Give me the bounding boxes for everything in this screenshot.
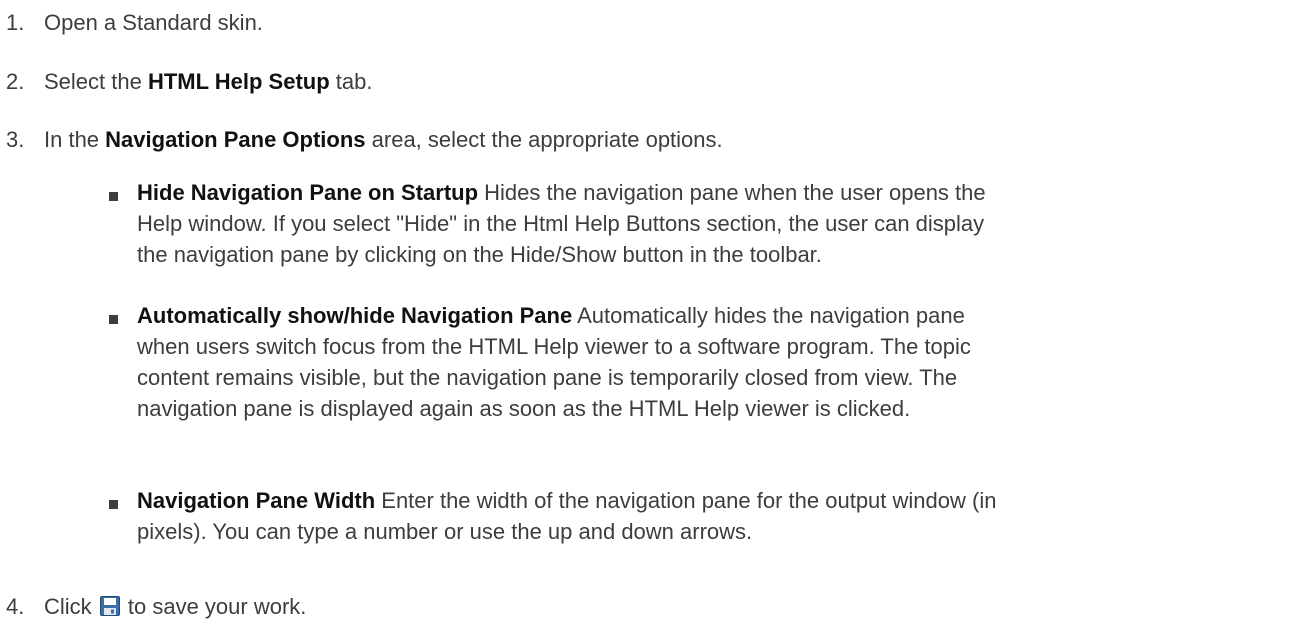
option-description: the navigation pane by clicking on the H… xyxy=(137,242,822,267)
step-number: 4. xyxy=(6,594,25,619)
step-4: 4. Click to save your work. xyxy=(0,591,306,622)
step-1: 1. Open a Standard skin. xyxy=(0,7,263,38)
option-description: Help window. If you select "Hide" in the… xyxy=(137,211,985,236)
bullet-marker xyxy=(109,315,118,324)
step-2: 2. Select the HTML Help Setup tab. xyxy=(0,66,372,97)
option-description: navigation pane is displayed again as so… xyxy=(137,396,911,421)
step-text: area, select the appropriate options. xyxy=(365,127,723,152)
ui-term: HTML Help Setup xyxy=(147,69,330,94)
step-text: In the xyxy=(44,127,106,152)
option-description: when users switch focus from the HTML He… xyxy=(137,334,971,359)
option-description: Hides the navigation pane when the user … xyxy=(478,180,986,205)
step-number: 3. xyxy=(6,127,25,152)
option-hide-navigation-pane: Hide Navigation Pane on Startup Hides th… xyxy=(137,177,1287,270)
step-number: 1. xyxy=(6,10,25,35)
option-name: Navigation Pane Width xyxy=(137,488,376,513)
step-text: Open a Standard skin. xyxy=(44,10,263,35)
option-name: Automatically show/hide Navigation Pane xyxy=(137,303,573,328)
option-description: pixels). You can type a number or use th… xyxy=(137,519,753,544)
step-text: tab. xyxy=(329,69,373,94)
step-text: to save your work. xyxy=(121,594,307,619)
step-3: 3. In the Navigation Pane Options area, s… xyxy=(0,124,723,155)
option-description: content remains visible, but the navigat… xyxy=(137,365,958,390)
step-text: Select the xyxy=(44,69,148,94)
bullet-marker xyxy=(109,500,118,509)
ui-term: Navigation Pane Options xyxy=(105,127,366,152)
option-navigation-pane-width: Navigation Pane Width Enter the width of… xyxy=(137,485,1287,547)
save-icon xyxy=(99,596,120,616)
step-text: Click xyxy=(44,594,98,619)
bullet-marker xyxy=(109,192,118,201)
option-description: Automatically hides the navigation pane xyxy=(572,303,965,328)
option-description: Enter the width of the navigation pane f… xyxy=(375,488,997,513)
step-number: 2. xyxy=(6,69,25,94)
option-name: Hide Navigation Pane on Startup xyxy=(137,180,479,205)
option-auto-show-hide: Automatically show/hide Navigation Pane … xyxy=(137,300,1287,424)
